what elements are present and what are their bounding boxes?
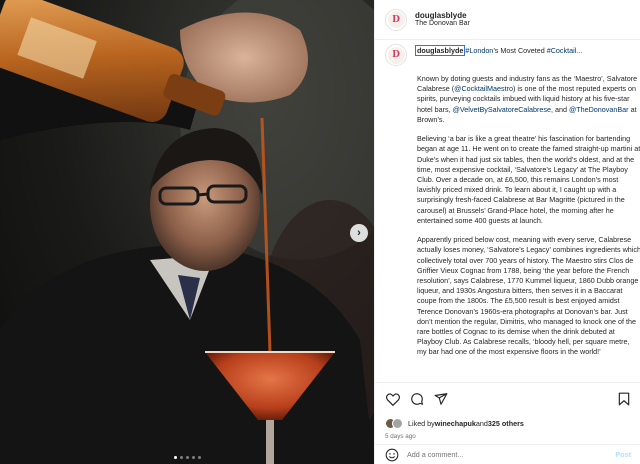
avatar-letter: D: [387, 11, 405, 28]
caption-area: D douglasblyde #London’s Most Coveted #Co…: [375, 40, 640, 382]
comment-input[interactable]: Add a comment...: [407, 450, 615, 459]
caption-avatar-letter: D: [387, 46, 405, 64]
caption-text-segment: , and: [550, 104, 569, 114]
caption-lead: ’s Most Coveted: [493, 46, 547, 55]
carousel-dot: [191, 456, 195, 459]
post-actions: Liked by winechapuk and 325 others 5 day…: [375, 382, 640, 440]
emoji-icon[interactable]: [385, 448, 399, 462]
post-comment-button[interactable]: Post: [615, 450, 631, 459]
caption-text: Known by doting guests and industry fans…: [417, 74, 640, 358]
avatar[interactable]: D: [385, 8, 407, 31]
caption-paragraph: Believing ‘a bar is like a great theatre…: [417, 134, 640, 226]
heart-icon[interactable]: [385, 392, 400, 407]
carousel-dot: [197, 456, 201, 459]
add-comment-bar: Add a comment... Post: [375, 444, 640, 464]
carousel-dot: [179, 456, 183, 459]
share-icon[interactable]: [433, 392, 448, 407]
post-side-panel: D douglasblyde The Donovan Bar D douglas…: [374, 0, 640, 464]
caption-paragraph: Apparently priced below cost, meaning wi…: [417, 235, 640, 358]
caption-fade: [375, 368, 640, 382]
post-header: D douglasblyde The Donovan Bar: [375, 0, 640, 40]
comment-icon[interactable]: [409, 392, 424, 407]
mention-link[interactable]: @CocktailMaestro: [454, 84, 513, 93]
post-location[interactable]: The Donovan Bar: [415, 20, 470, 28]
carousel-dot: [173, 456, 177, 459]
liked-by-count[interactable]: 325 others: [488, 419, 524, 428]
caption-paragraph: Known by doting guests and industry fans…: [417, 74, 640, 125]
post-media[interactable]: ›: [0, 0, 374, 464]
carousel-dots: [0, 456, 374, 459]
likes-summary: Liked by winechapuk and 325 others: [385, 418, 631, 429]
carousel-next-button[interactable]: ›: [350, 224, 368, 242]
mention-link[interactable]: @VelvetBySalvatoreCalabrese: [453, 105, 551, 114]
hashtag-london[interactable]: #London: [465, 46, 493, 55]
liker-avatar: [392, 418, 403, 429]
hashtag-cocktail[interactable]: #Cocktail...: [547, 46, 583, 55]
post-timestamp[interactable]: 5 days ago: [385, 433, 631, 440]
post-username[interactable]: douglasblyde: [415, 11, 470, 21]
caption-first-line: douglasblyde #London’s Most Coveted #Cock…: [415, 45, 583, 56]
caption-username[interactable]: douglasblyde: [415, 45, 466, 56]
caption-avatar[interactable]: D: [385, 44, 407, 66]
liked-by-conj: and: [475, 419, 488, 428]
carousel-dot: [185, 456, 189, 459]
liker-avatars[interactable]: [385, 418, 403, 429]
caption-text-segment: Believing ‘a bar is like a great theatre…: [417, 134, 640, 225]
mention-link[interactable]: @TheDonovanBar: [569, 105, 629, 114]
bookmark-icon[interactable]: [616, 392, 631, 407]
caption-text-segment: Apparently priced below cost, meaning wi…: [417, 235, 640, 357]
liked-by-user[interactable]: winechapuk: [435, 419, 476, 428]
cocktail-pour-photo: [0, 0, 374, 464]
liked-by-prefix: Liked by: [408, 419, 435, 428]
